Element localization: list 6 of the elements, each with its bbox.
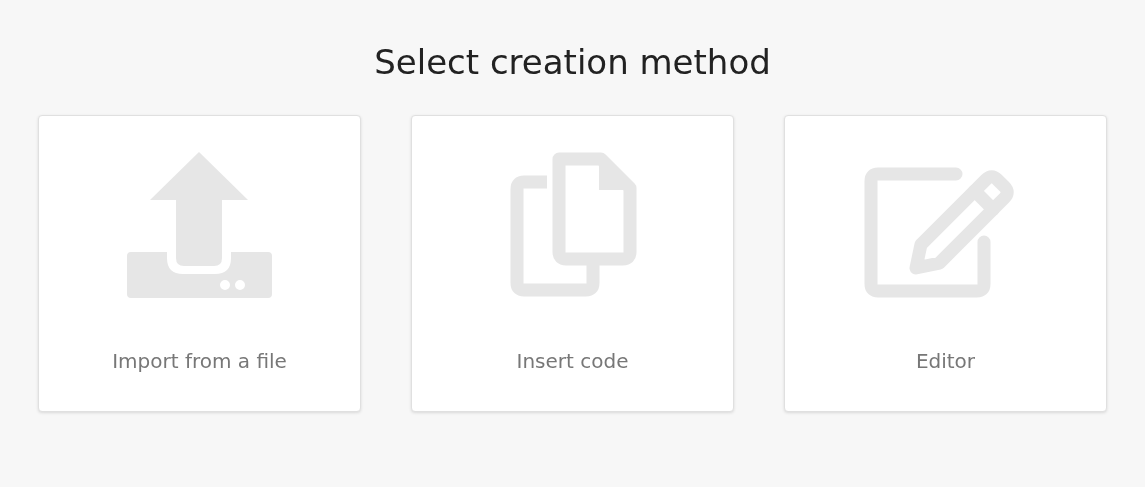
upload-icon <box>126 152 273 298</box>
page-title: Select creation method <box>374 41 771 84</box>
option-card[interactable]: Import from a file <box>38 115 361 412</box>
documents-icon <box>508 152 637 298</box>
option-card[interactable]: Editor <box>784 115 1107 412</box>
option-card[interactable]: Insert code <box>411 115 734 412</box>
